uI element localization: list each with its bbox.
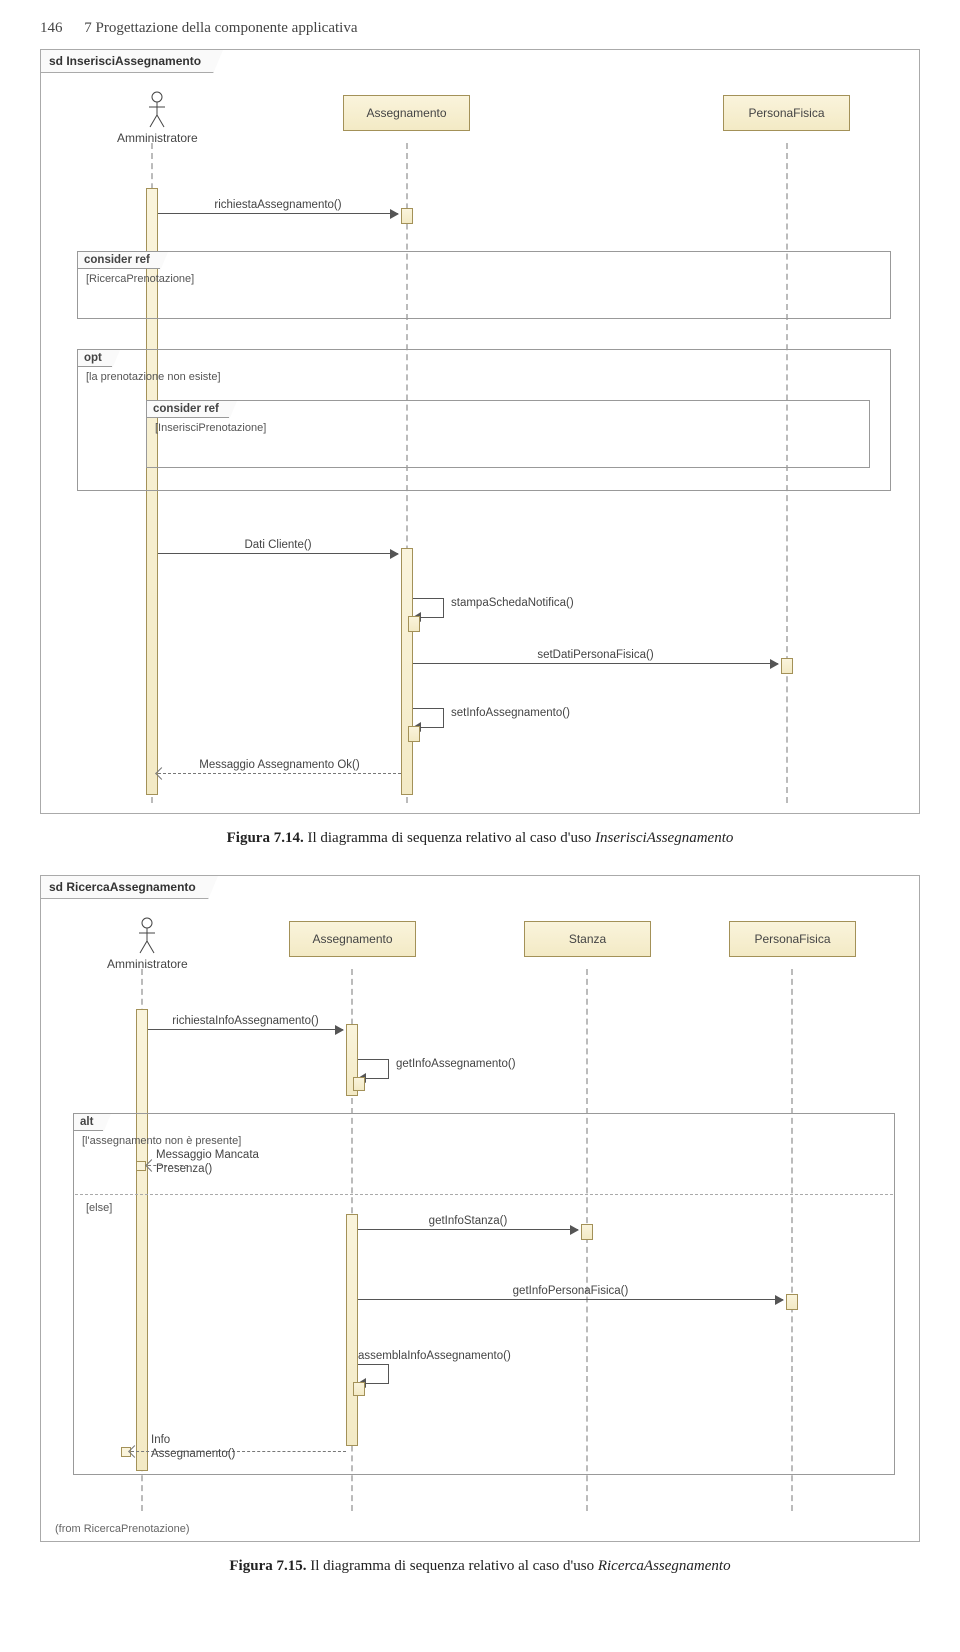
- msg-assegnamento-ok: Messaggio Assegnamento Ok(): [158, 773, 401, 774]
- msg-assembla-info: assemblaInfoAssegnamento(): [358, 1364, 389, 1384]
- actor-amministratore-2: Amministratore: [107, 917, 188, 971]
- msg-dati-cliente: Dati Cliente(): [158, 553, 398, 554]
- page-number: 146: [40, 20, 63, 36]
- object-personafisica-2: PersonaFisica: [729, 921, 856, 957]
- caption-2: Figura 7.15. Il diagramma di sequenza re…: [40, 1558, 920, 1575]
- msg-get-info-stanza: getInfoStanza(): [358, 1229, 578, 1230]
- object-assegnamento-2: Assegnamento: [289, 921, 416, 957]
- msg-get-info-persona: getInfoPersonaFisica(): [358, 1299, 783, 1300]
- actor-icon: [147, 91, 167, 129]
- sequence-diagram-2: sd RicercaAssegnamento Amministratore As…: [40, 875, 920, 1542]
- diagram2-footer: (from RicercaPrenotazione): [55, 1523, 190, 1535]
- msg-mancata-presenza: Messaggio Mancata Presenza(): [148, 1165, 188, 1166]
- object-stanza: Stanza: [524, 921, 651, 957]
- msg-set-dati-persona: setDatiPersonaFisica(): [413, 663, 778, 664]
- object-personafisica: PersonaFisica: [723, 95, 850, 131]
- msg-get-info-assegnamento: getInfoAssegnamento(): [358, 1059, 389, 1079]
- actor-icon: [137, 917, 157, 955]
- chapter-title: 7 Progettazione della componente applica…: [84, 20, 357, 36]
- msg-richiesta-assegnamento: richiestaAssegnamento(): [158, 213, 398, 214]
- object-assegnamento: Assegnamento: [343, 95, 470, 131]
- page-header: 146 7 Progettazione della componente app…: [40, 20, 920, 37]
- fragment-opt: opt [la prenotazione non esiste] conside…: [77, 349, 891, 491]
- msg-stampa-scheda: stampaSchedaNotifica(): [413, 598, 444, 618]
- msg-richiesta-info: richiestaInfoAssegnamento(): [148, 1029, 343, 1030]
- fragment-consider-ref-1: consider ref [RicercaPrenotazione]: [77, 251, 891, 319]
- diagram1-tab: sd InserisciAssegnamento: [41, 50, 214, 73]
- msg-info-assegnamento-return: Info Assegnamento(): [131, 1451, 346, 1452]
- fragment-consider-ref-2: consider ref [InserisciPrenotazione]: [146, 400, 870, 468]
- diagram2-tab: sd RicercaAssegnamento: [41, 876, 209, 899]
- actor-amministratore: Amministratore: [117, 91, 198, 145]
- msg-set-info-assegnamento: setInfoAssegnamento(): [413, 708, 444, 728]
- sequence-diagram-1: sd InserisciAssegnamento Amministratore …: [40, 49, 920, 814]
- caption-1: Figura 7.14. Il diagramma di sequenza re…: [40, 830, 920, 847]
